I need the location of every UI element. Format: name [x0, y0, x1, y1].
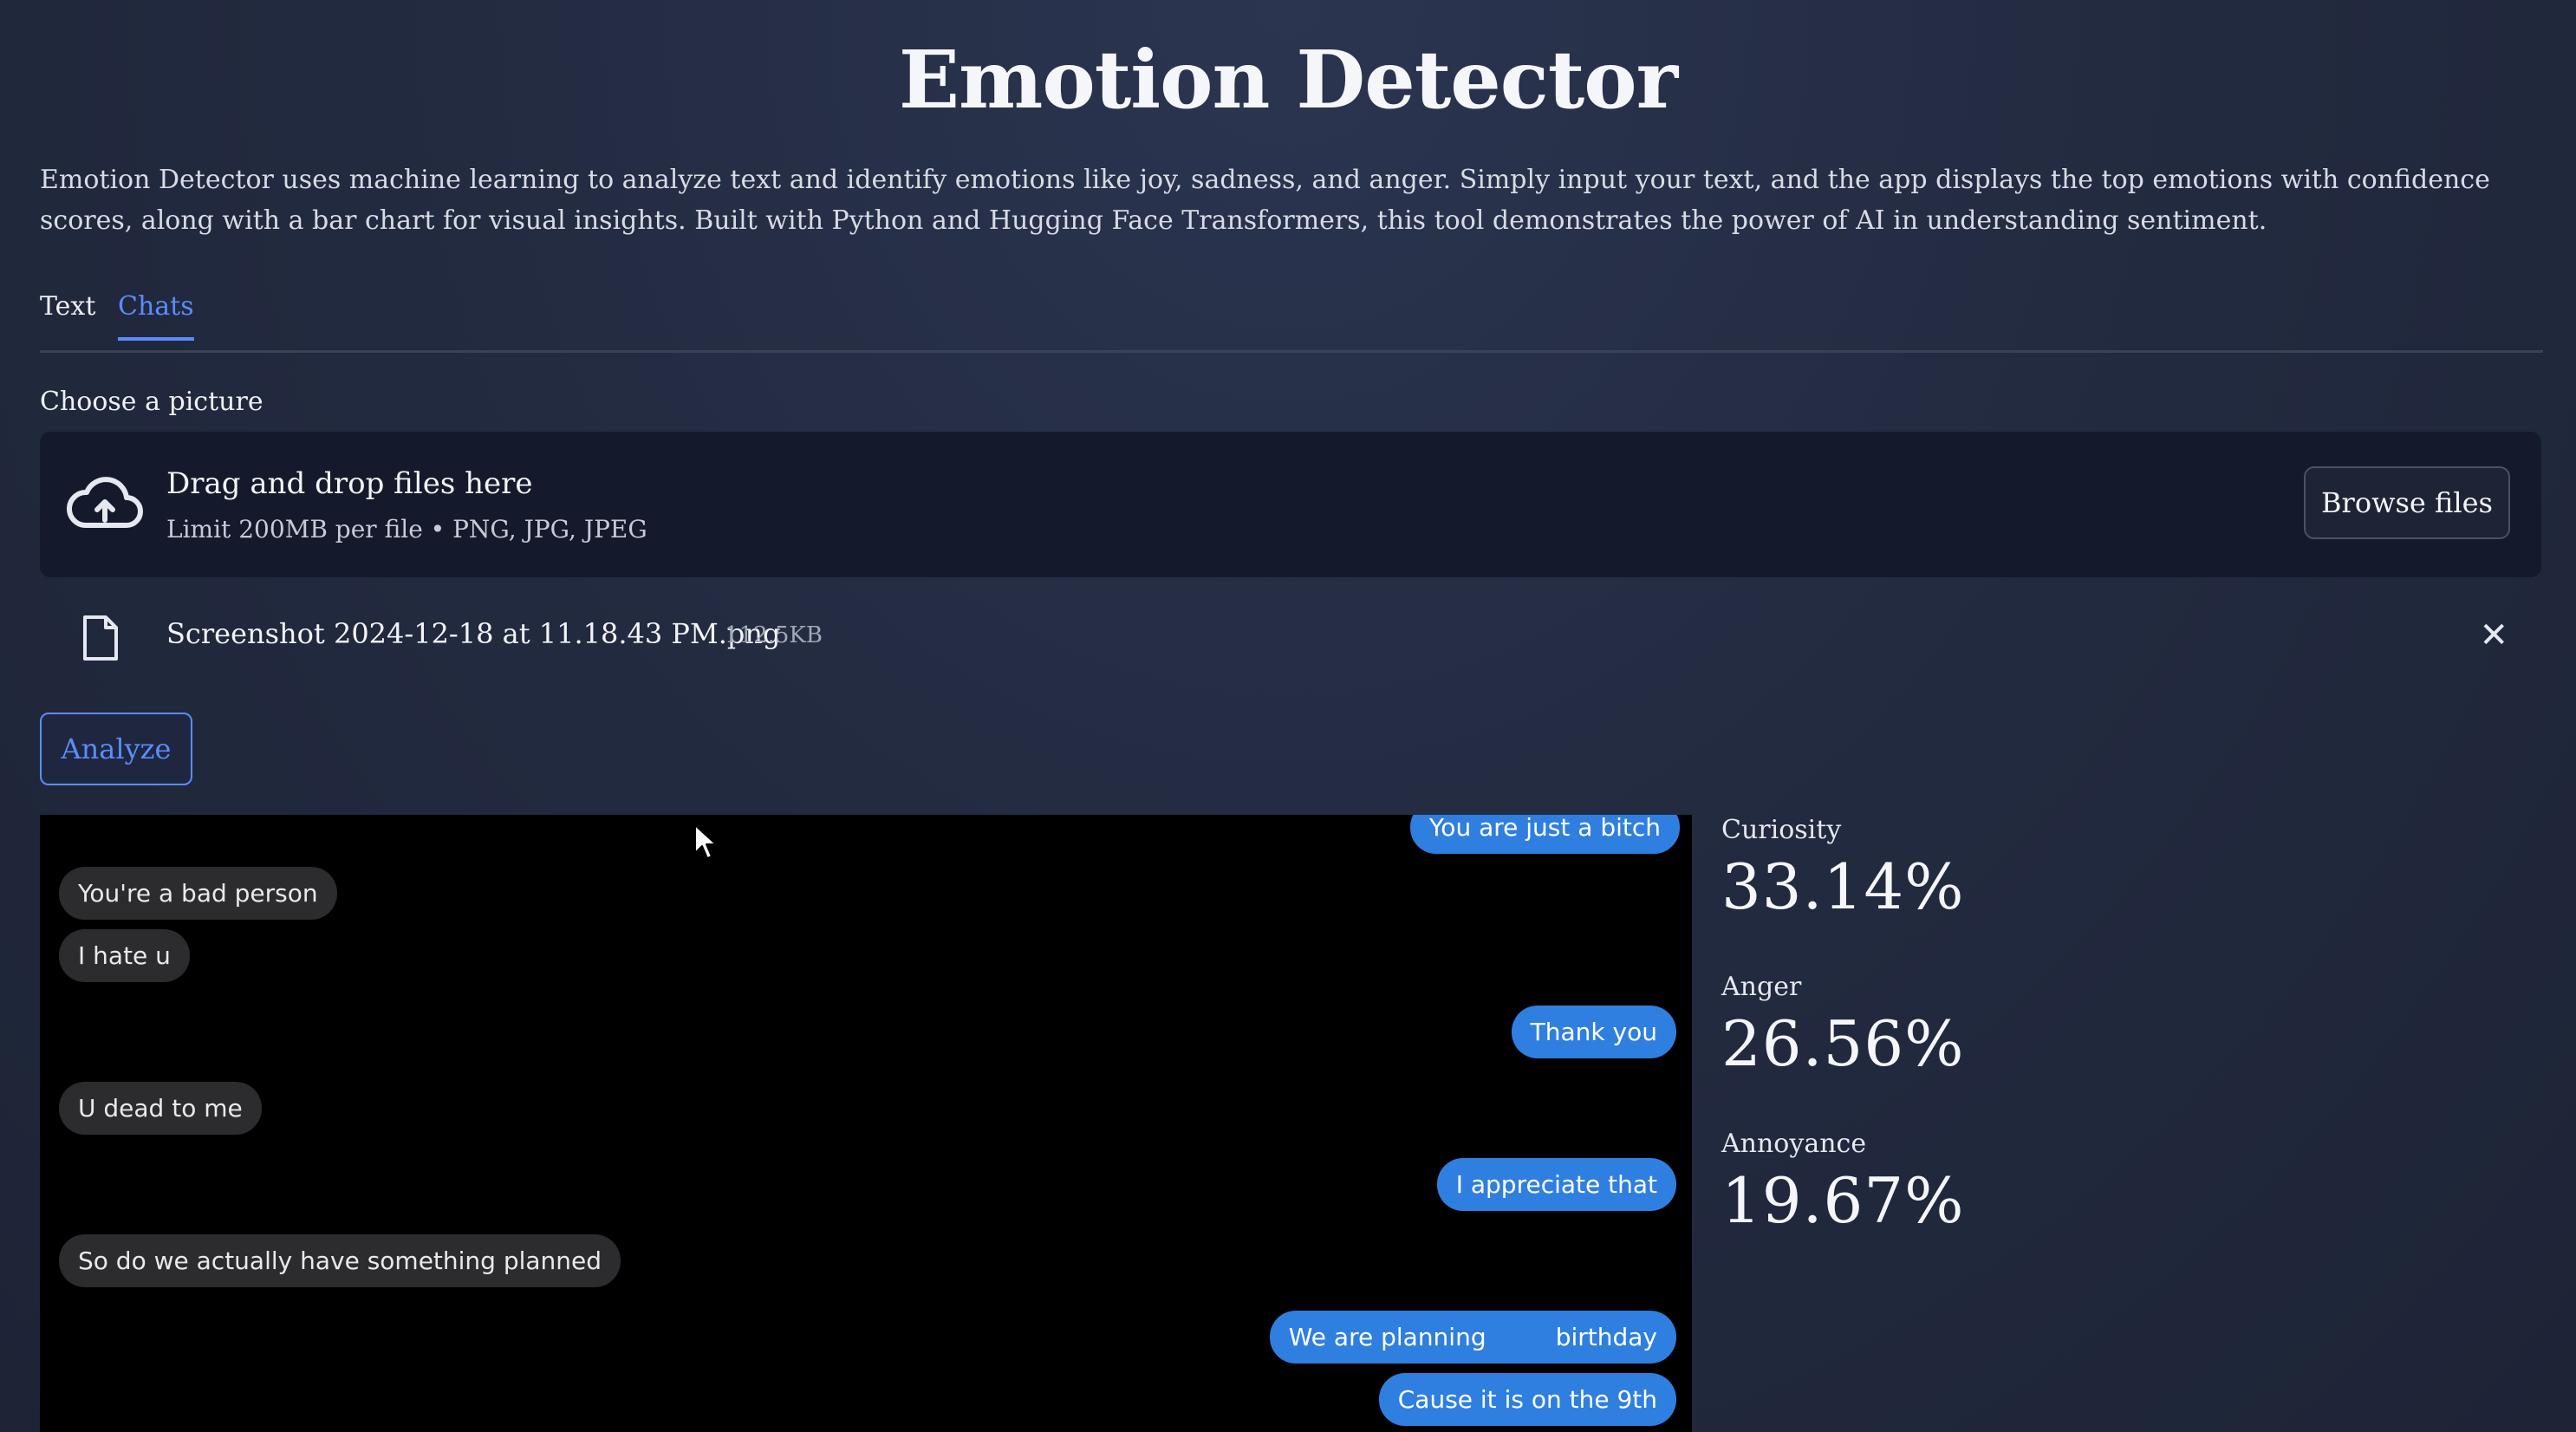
chat-bubble-outgoing: Cause it is on the 9th: [1378, 1373, 1676, 1426]
chat-bubble-incoming: I hate u: [59, 929, 190, 982]
app-description: Emotion Detector uses machine learning t…: [40, 165, 2490, 236]
chat-bubble-incoming: U dead to me: [59, 1082, 262, 1135]
chat-bubble-outgoing: I appreciate that: [1436, 1158, 1676, 1211]
uploader-label: Choose a picture: [40, 387, 263, 417]
tab-text[interactable]: Text: [40, 291, 95, 337]
tab-bar: Text Chats: [40, 291, 2543, 353]
chat-bubble-outgoing: Thank you: [1511, 1006, 1676, 1058]
emotion-score-anger: 26.56%: [1721, 1007, 1965, 1080]
file-icon: [83, 615, 118, 661]
uploaded-file-size: 112.5KB: [725, 622, 823, 648]
emotion-label-curiosity: Curiosity: [1721, 815, 1842, 845]
chat-bubble-outgoing: You are just a bitch: [1409, 815, 1680, 854]
chat-bubble-incoming: So do we actually have something planned: [59, 1234, 621, 1287]
tab-chats[interactable]: Chats: [118, 291, 194, 341]
file-dropzone[interactable]: Drag and drop files here Limit 200MB per…: [40, 432, 2541, 577]
chat-bubble-incoming: You're a bad person: [59, 867, 337, 920]
dropzone-title: Drag and drop files here: [166, 466, 533, 501]
dropzone-limit: Limit 200MB per file • PNG, JPG, JPEG: [166, 515, 647, 544]
emotion-score-curiosity: 33.14%: [1721, 850, 1965, 923]
chat-screenshot-preview: You are just a bitch You're a bad person…: [40, 815, 1692, 1432]
close-icon[interactable]: ✕: [2479, 615, 2508, 655]
uploaded-file-row: Screenshot 2024-12-18 at 11.18.43 PM.png…: [40, 607, 2541, 669]
emotion-score-annoyance: 19.67%: [1721, 1164, 1965, 1237]
cloud-upload-icon: [66, 477, 143, 528]
emotion-results: Curiosity 33.14% Anger 26.56% Annoyance …: [1721, 815, 2501, 1286]
browse-files-button[interactable]: Browse files: [2304, 466, 2510, 539]
mouse-cursor-icon: [694, 824, 717, 859]
emotion-label-anger: Anger: [1721, 972, 1802, 1002]
analyze-button[interactable]: Analyze: [40, 713, 192, 785]
chat-bubble-outgoing: We are planning birthday: [1269, 1311, 1676, 1364]
uploaded-file-name: Screenshot 2024-12-18 at 11.18.43 PM.png: [166, 617, 781, 650]
page-title: Emotion Detector: [898, 33, 1678, 127]
emotion-label-annoyance: Annoyance: [1721, 1129, 1867, 1159]
